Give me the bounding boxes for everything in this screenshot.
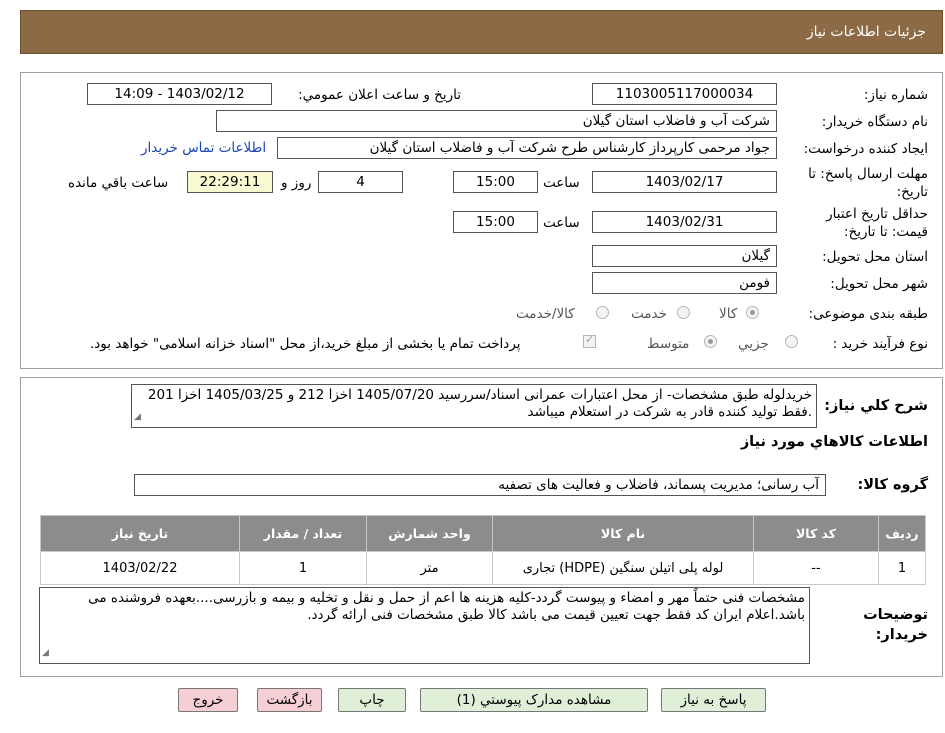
need-number-field: 1103005117000034 <box>592 83 777 105</box>
treasury-payment-checkbox[interactable] <box>583 333 596 348</box>
city-field: فومن <box>592 272 777 294</box>
need-number-label: شماره نیاز: <box>863 87 928 103</box>
price-validity-time-label: ساعت <box>543 215 580 231</box>
general-description-field: خریدلوله طبق مشخصات- از محل اعتبارات عمر… <box>131 384 817 428</box>
page-header: جزئیات اطلاعات نیاز <box>20 10 943 54</box>
requester-field: جواد مرحمی کارپرداز کارشناس طرح شرکت آب … <box>277 137 777 159</box>
announce-datetime-label: تاریخ و ساعت اعلان عمومي: <box>298 87 461 103</box>
category-both-radio[interactable] <box>596 306 609 319</box>
goods-info-title: اطلاعات کالاهاي مورد نياز <box>740 434 928 450</box>
reply-time-field: 15:00 <box>453 171 538 193</box>
province-label: استان محل تحويل: <box>822 249 928 265</box>
purchase-process-label: نوع فرآيند خريد : <box>832 336 928 352</box>
category-goods-label: کالا <box>719 306 738 322</box>
page-title: جزئیات اطلاعات نیاز <box>806 24 926 40</box>
cell-unit: متر <box>366 551 493 585</box>
buyer-org-field: شرکت آب و فاضلاب استان گيلان <box>216 110 777 132</box>
category-service-label: خدمت <box>631 306 667 322</box>
print-button[interactable]: چاپ <box>338 688 406 712</box>
col-need-date: تاريخ نياز <box>40 515 240 552</box>
cell-row-number: 1 <box>878 551 926 585</box>
cell-goods-code: -- <box>753 551 879 585</box>
exit-button[interactable]: خروج <box>178 688 238 712</box>
reply-to-need-button[interactable]: پاسخ به نياز <box>661 688 766 712</box>
category-service-radio[interactable] <box>677 306 690 319</box>
buyer-contact-link[interactable]: اطلاعات تماس خريدار <box>141 140 266 156</box>
reply-date-field: 1403/02/17 <box>592 171 777 193</box>
remaining-time-field: 22:29:11 <box>187 171 273 193</box>
buyer-notes-field: مشخصات فنی حتماً مهر و امضاء و پیوست گرد… <box>39 587 810 664</box>
resize-grip-icon[interactable]: ◢ <box>42 645 49 662</box>
col-goods-name: نام کالا <box>492 515 754 552</box>
treasury-payment-note: پرداخت تمام يا بخشی از مبلغ خريد،از محل … <box>90 336 521 352</box>
cell-need-date: 1403/02/22 <box>40 551 240 585</box>
table-row: 1 -- لوله پلی اتيلن سنگين (HDPE) تجاری م… <box>40 551 926 585</box>
city-label: شهر محل تحويل: <box>830 276 928 292</box>
category-both-label: کالا/خدمت <box>516 306 575 322</box>
remaining-time-label: ساعت باقي مانده <box>68 175 169 191</box>
view-attachments-button[interactable]: مشاهده مدارک پيوستي (1) <box>420 688 648 712</box>
reply-deadline-label: مهلت ارسال پاسخ: تا تاريخ: <box>808 166 928 200</box>
price-validity-date-field: 1403/02/31 <box>592 211 777 233</box>
general-description-label: شرح کلي نياز: <box>824 398 928 414</box>
cell-quantity: 1 <box>239 551 367 585</box>
goods-group-field: آب رسانی؛ مديريت پسماند، فاضلاب و فعاليت… <box>134 474 826 496</box>
table-header-row: رديف کد کالا نام کالا واحد شمارش تعداد /… <box>40 515 926 552</box>
category-label: طبقه بندی موضوعی: <box>808 306 928 322</box>
buyer-notes-text: مشخصات فنی حتماً مهر و امضاء و پیوست گرد… <box>88 590 805 623</box>
buyer-notes-label: توضيحات خريدار: <box>863 607 928 643</box>
days-label: روز و <box>281 175 312 191</box>
process-minor-label: جزيي <box>738 336 769 352</box>
process-minor-radio[interactable] <box>785 335 798 348</box>
resize-grip-icon[interactable]: ◢ <box>134 409 141 426</box>
general-description-text: خریدلوله طبق مشخصات- از محل اعتبارات عمر… <box>147 387 812 420</box>
process-medium-label: متوسط <box>647 336 690 352</box>
process-medium-radio[interactable] <box>704 335 717 348</box>
requester-label: ايجاد کننده درخواست: <box>803 141 928 157</box>
col-quantity: تعداد / مقدار <box>239 515 367 552</box>
col-row-number: رديف <box>878 515 926 552</box>
col-goods-code: کد کالا <box>753 515 879 552</box>
price-validity-time-field: 15:00 <box>453 211 538 233</box>
buyer-org-label: نام دستگاه خريدار: <box>821 114 928 130</box>
goods-group-label: گروه کالا: <box>857 477 928 493</box>
remaining-days-field: 4 <box>318 171 403 193</box>
province-field: گيلان <box>592 245 777 267</box>
col-unit: واحد شمارش <box>366 515 493 552</box>
reply-time-label: ساعت <box>543 175 580 191</box>
announce-datetime-field: 1403/02/12 - 14:09 <box>87 83 272 105</box>
goods-table: رديف کد کالا نام کالا واحد شمارش تعداد /… <box>40 515 926 585</box>
back-button[interactable]: بازگشت <box>257 688 322 712</box>
cell-goods-name: لوله پلی اتيلن سنگين (HDPE) تجاری <box>492 551 754 585</box>
price-validity-label: حداقل تاريخ اعتبار قيمت: تا تاريخ: <box>826 206 928 240</box>
category-goods-radio[interactable] <box>746 306 759 319</box>
